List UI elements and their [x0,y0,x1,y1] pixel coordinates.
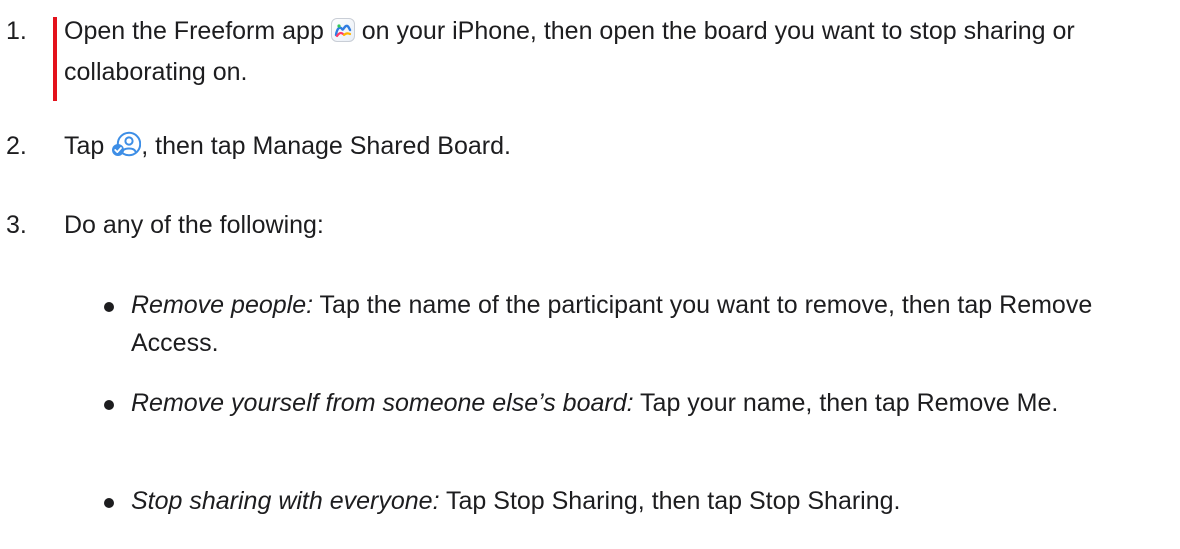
list-item-lead: Remove yourself from someone else’s boar… [131,389,634,417]
step-text: Open the Freeform app on your iPhone, th… [64,12,1094,91]
list-item-body: Tap your name, then tap Remove Me. [633,389,1059,417]
collaborate-people-icon [111,130,142,168]
list-item: Remove people: Tap the name of the parti… [0,286,1180,366]
step-number: 2. [6,132,27,160]
step-2: 2. Tap , then tap Manage Shared Board. [0,127,1180,167]
step-text-part: , then tap Manage Shared Board. [141,132,511,160]
step-1: 1. Open the Freeform app on your iPhone,… [0,12,1180,102]
list-item-lead: Stop sharing with everyone: [131,487,440,515]
list-item-lead: Remove people: [131,291,314,319]
step-text-part: Tap [64,132,112,160]
bullet-icon [104,498,114,508]
list-item: Remove yourself from someone else’s boar… [0,384,1180,464]
list-item-text: Remove yourself from someone else’s boar… [131,384,1131,422]
step-number: 3. [6,211,27,239]
list-item: Stop sharing with everyone: Tap Stop Sha… [0,482,1180,522]
list-item-text: Stop sharing with everyone: Tap Stop Sha… [131,482,1131,520]
step-text-part: Open the Freeform app [64,17,331,45]
freeform-app-icon [330,15,355,53]
step-number: 1. [6,17,27,45]
step-text: Tap , then tap Manage Shared Board. [64,127,1094,168]
list-item-body: Tap Stop Sharing, then tap Stop Sharing. [439,487,901,515]
bullet-icon [104,400,114,410]
bullet-icon [104,302,114,312]
list-item-text: Remove people: Tap the name of the parti… [131,286,1131,362]
step-3: 3. Do any of the following: [0,206,1180,246]
step-text: Do any of the following: [64,211,324,239]
